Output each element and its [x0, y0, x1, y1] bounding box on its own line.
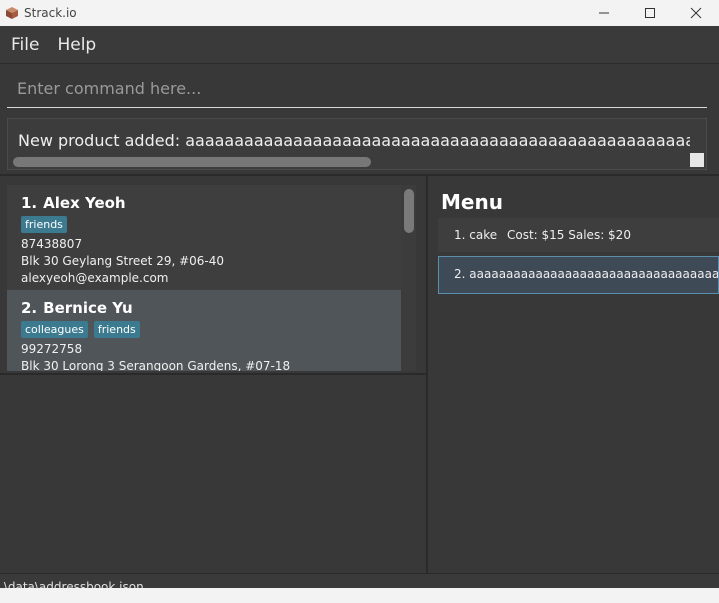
result-display-area: New product added: aaaaaaaaaaaaaaaaaaaaa…	[0, 114, 719, 174]
scroll-corner	[690, 153, 704, 167]
person-name: 1. Alex Yeoh	[21, 194, 387, 212]
product-index: 2.	[454, 267, 466, 281]
tag-list: colleagues friends	[21, 321, 387, 338]
tag-friends: friends	[93, 321, 140, 338]
person-list-panel: 1. Alex Yeoh friends 87438807 Blk 30 Geyl…	[0, 176, 426, 573]
person-phone: 99272758	[21, 342, 83, 356]
menu-panel: Menu 1. cake Cost: $15 Sales: $20 2. aaa…	[428, 176, 719, 573]
window-controls	[581, 0, 719, 26]
command-box	[0, 64, 719, 114]
person-index: 2.	[21, 299, 38, 317]
result-message: New product added: aaaaaaaaaaaaaaaaaaaaa…	[18, 131, 690, 150]
tag-colleagues: colleagues	[21, 321, 88, 338]
person-index: 1.	[21, 194, 38, 212]
result-horizontal-scrollbar[interactable]	[13, 157, 371, 167]
menu-bar: File Help	[0, 26, 719, 64]
title-bar[interactable]: Strack.io	[0, 0, 719, 26]
person-email: alexyeoh@example.com	[21, 271, 169, 285]
close-icon	[690, 7, 702, 19]
close-button[interactable]	[673, 0, 719, 26]
person-name-text: Alex Yeoh	[43, 194, 126, 212]
divider	[0, 373, 426, 375]
person-card[interactable]: 1. Alex Yeoh friends 87438807 Blk 30 Geyl…	[7, 185, 401, 290]
menu-title: Menu	[441, 190, 503, 214]
menu-help[interactable]: Help	[48, 35, 105, 55]
product-cost: Cost: $15	[506, 228, 565, 242]
minimize-button[interactable]	[581, 0, 627, 26]
product-row[interactable]: 1. cake Cost: $15 Sales: $20	[438, 218, 719, 252]
window-bottom-edge	[0, 588, 719, 603]
status-bar: .\data\addressbook.json	[0, 573, 719, 589]
menu-file[interactable]: File	[0, 35, 48, 55]
person-name: 2. Bernice Yu	[21, 299, 387, 317]
product-sales: Sales: $20	[568, 228, 631, 242]
product-row-selected[interactable]: 2. aaaaaaaaaaaaaaaaaaaaaaaaaaaaaaaaaaaaa…	[438, 256, 719, 294]
product-name: cake	[469, 228, 498, 242]
maximize-icon	[645, 8, 655, 18]
person-phone: 87438807	[21, 237, 83, 251]
minimize-icon	[599, 12, 609, 14]
tag-friends: friends	[21, 216, 67, 233]
person-name-text: Bernice Yu	[43, 299, 133, 317]
person-list[interactable]: 1. Alex Yeoh friends 87438807 Blk 30 Geyl…	[7, 185, 416, 371]
maximize-button[interactable]	[627, 0, 673, 26]
app-window: Strack.io File Help New product added: a…	[0, 0, 719, 603]
product-index: 1.	[454, 228, 466, 242]
product-name: aaaaaaaaaaaaaaaaaaaaaaaaaaaaaaaaaaaaaaaa…	[469, 267, 719, 281]
result-display[interactable]: New product added: aaaaaaaaaaaaaaaaaaaaa…	[7, 118, 707, 170]
person-address: Blk 30 Lorong 3 Serangoon Gardens, #07-1…	[21, 359, 291, 371]
window-title: Strack.io	[24, 6, 77, 20]
person-list-vertical-scrollbar[interactable]	[404, 189, 414, 233]
person-card-selected[interactable]: 2. Bernice Yu colleagues friends 99272758…	[7, 290, 401, 371]
command-input[interactable]	[7, 70, 707, 108]
tag-list: friends	[21, 216, 387, 233]
app-logo-icon	[6, 7, 18, 19]
person-address: Blk 30 Geylang Street 29, #06-40	[21, 254, 225, 268]
